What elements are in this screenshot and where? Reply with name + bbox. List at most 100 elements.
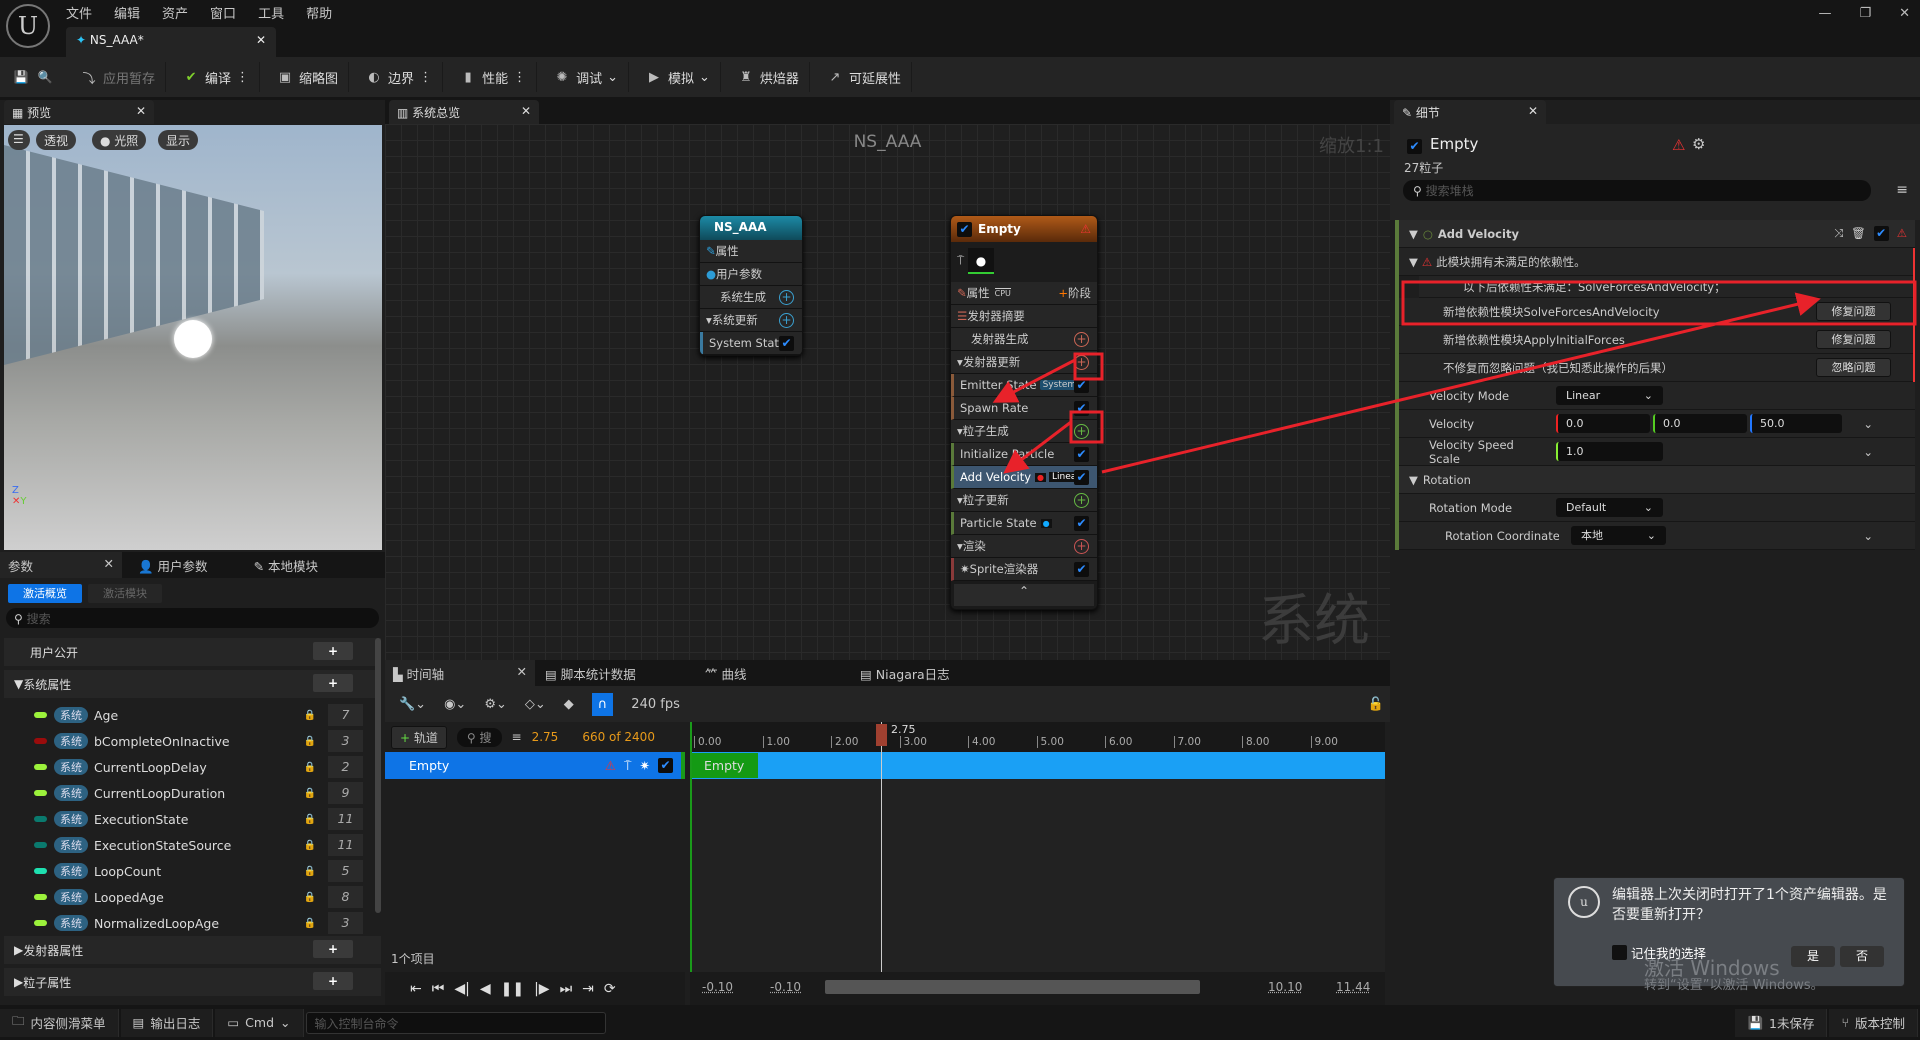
fps-dropdown[interactable]: 240 fps <box>631 697 680 712</box>
system-node[interactable]: NS_AAA ✎ 属性 ● 用户参数 系统生成 + ▾ 系统更新 + System … <box>699 215 803 356</box>
shuffle-icon[interactable]: ⤨ <box>1834 226 1843 241</box>
track-row-empty[interactable]: Empty ⚠ ⍑ ✷ ✔ <box>385 752 685 779</box>
close-icon[interactable]: ✕ <box>104 556 114 574</box>
add-icon[interactable]: + <box>313 940 353 958</box>
enabled-checkbox[interactable]: ✔ <box>1074 446 1089 462</box>
dependency-warning[interactable]: ▼ ⚠ 此模块拥有未满足的依赖性。 <box>1399 248 1913 276</box>
restore-icon[interactable]: ❐ <box>1859 6 1871 21</box>
node-row-particle-spawn[interactable]: ▾ 粒子生成 + <box>951 420 1097 443</box>
wrench-icon[interactable]: 🔧⌄ <box>399 697 426 712</box>
enabled-checkbox[interactable]: ✔ <box>1074 400 1089 416</box>
parameter-row[interactable]: 系统 LoopedAge 🔒 8 <box>4 884 381 910</box>
output-log-button[interactable]: ▤ 输出日志 <box>120 1008 214 1037</box>
timeline-track-area[interactable]: 0.00 1.00 2.00 3.00 4.00 5.00 6.00 7.00 8.00 9.00… <box>690 722 1385 972</box>
warning-icon[interactable]: ⚠ <box>1897 226 1907 241</box>
remember-checkbox[interactable] <box>1612 945 1627 960</box>
close-icon[interactable]: ✕ <box>517 664 527 682</box>
view-end[interactable]: 10.10 <box>1268 980 1302 994</box>
node-row-system-state[interactable]: System State ✔ <box>700 332 802 355</box>
key-icon[interactable]: ◆ <box>564 697 574 712</box>
menu-asset[interactable]: 资产 <box>162 3 188 22</box>
go-start-icon[interactable]: ⇤ <box>410 981 422 997</box>
scalability-button[interactable]: ↗ 可延展性 <box>816 62 912 92</box>
chevron-down-icon[interactable]: ⌄ <box>1863 529 1873 543</box>
section-user-exposed[interactable]: 用户公开 + <box>4 638 381 666</box>
debug-button[interactable]: ✺ 调试 ⌄ <box>543 62 629 92</box>
lock-icon[interactable]: 🔓 <box>1368 697 1384 712</box>
simulate-button[interactable]: ▶ 模拟 ⌄ <box>635 62 721 92</box>
velocity-mode-dropdown[interactable]: Linear ⌄ <box>1556 386 1663 405</box>
content-drawer-button[interactable]: 🗀 内容侧滑菜单 <box>0 1008 119 1037</box>
keyframe-icon[interactable]: ◇⌄ <box>525 697 546 712</box>
emitter-enabled-checkbox[interactable]: ✔ <box>1407 139 1422 154</box>
menu-help[interactable]: 帮助 <box>306 3 332 22</box>
close-tab-icon[interactable]: ✕ <box>256 33 266 51</box>
enabled-checkbox[interactable]: ✔ <box>779 335 794 351</box>
step-back-icon[interactable]: ◀| <box>454 981 469 997</box>
bounds-button[interactable]: ◐ 边界 ⋮ <box>355 62 444 92</box>
compile-button[interactable]: ✔ 编译 ⋮ <box>172 62 261 92</box>
add-icon[interactable]: + <box>1074 331 1089 347</box>
enabled-checkbox[interactable]: ✔ <box>1074 377 1089 393</box>
node-row-spawn-rate[interactable]: Spawn Rate ✔ <box>951 397 1097 420</box>
node-row-properties[interactable]: ✎ 属性 CPU +阶段 <box>951 282 1097 305</box>
loop-icon[interactable]: ⟳ <box>604 981 616 997</box>
enabled-checkbox[interactable]: ✔ <box>1074 561 1089 577</box>
enabled-checkbox[interactable]: ✔ <box>1074 469 1089 485</box>
go-end-icon[interactable]: ⇥ <box>582 981 594 997</box>
active-modules-tab[interactable]: 激活模块 <box>88 584 162 603</box>
play-reverse-icon[interactable]: ◀ <box>480 981 491 997</box>
no-button[interactable]: 否 <box>1840 946 1884 967</box>
node-row-add-velocity[interactable]: Add Velocity ● Linear ✔ <box>951 466 1097 489</box>
lighting-button[interactable]: ● 光照 <box>92 130 147 150</box>
gear-icon[interactable]: ⚙ <box>1692 135 1705 153</box>
rotation-mode-dropdown[interactable]: Default ⌄ <box>1556 498 1663 517</box>
show-button[interactable]: 显示 <box>158 130 199 150</box>
velocity-z-input[interactable]: 50.0 <box>1750 414 1842 433</box>
node-row-particle-update[interactable]: ▾ 粒子更新 + <box>951 489 1097 512</box>
add-icon[interactable]: + <box>313 642 353 660</box>
browse-icon[interactable]: 🔍 <box>36 70 54 84</box>
add-icon[interactable]: + <box>1074 492 1089 508</box>
baker-button[interactable]: ♜ 烘焙器 <box>727 62 810 92</box>
tab-script-stats[interactable]: ▤ 脚本统计数据 <box>535 664 695 683</box>
node-row-emitter-update[interactable]: ▾ 发射器更新 + <box>951 351 1097 374</box>
node-row-render[interactable]: ▾ 渲染 + <box>951 535 1097 558</box>
active-overview-tab[interactable]: 激活概览 <box>8 584 82 603</box>
view-start[interactable]: -0.10 <box>770 980 801 994</box>
menu-edit[interactable]: 编辑 <box>114 3 140 22</box>
track-search-input[interactable]: ⚲ 搜 <box>456 727 502 747</box>
add-icon[interactable]: + <box>779 289 794 305</box>
track-bar[interactable]: Empty <box>690 752 1385 779</box>
node-row-properties[interactable]: ✎ 属性 <box>700 240 802 263</box>
current-time[interactable]: 2.75 <box>532 730 559 744</box>
playhead-line[interactable] <box>881 722 882 972</box>
node-row-summary[interactable]: ☰ 发射器摘要 <box>951 305 1097 328</box>
node-row-sprite-renderer[interactable]: ✷ Sprite渲染器 ✔ <box>951 558 1097 581</box>
remember-choice[interactable]: 记住我的选择 <box>1612 943 1706 962</box>
track-segment[interactable]: Empty <box>690 753 758 778</box>
save-icon[interactable]: 💾 <box>12 70 30 84</box>
parameter-row[interactable]: 系统 LoopCount 🔒 5 <box>4 858 381 884</box>
step-forward-icon[interactable]: |▶ <box>534 981 549 997</box>
tab-parameters[interactable]: 参数 ✕ <box>0 552 122 578</box>
parameter-row[interactable]: 系统 ExecutionState 🔒 11 <box>4 806 381 832</box>
add-icon[interactable]: + <box>1074 538 1089 554</box>
add-track-button[interactable]: + 轨道 <box>391 725 447 749</box>
section-particle-attributes[interactable]: ▶ 粒子属性 + <box>4 968 381 996</box>
node-row-particle-state[interactable]: Particle State ● ✔ <box>951 512 1097 535</box>
thumbnail-icon[interactable]: ● <box>968 248 995 274</box>
minimize-icon[interactable]: — <box>1818 6 1831 21</box>
menu-window[interactable]: 窗口 <box>210 3 236 22</box>
enabled-checkbox[interactable]: ✔ <box>957 221 972 237</box>
pause-icon[interactable]: ❚❚ <box>501 981 524 997</box>
unreal-logo[interactable]: U <box>6 4 50 48</box>
menu-file[interactable]: 文件 <box>66 3 92 22</box>
range-start[interactable]: -0.10 <box>702 980 733 994</box>
tab-system-overview[interactable]: ▥ 系统总览 ✕ <box>389 100 539 124</box>
apply-button[interactable]: ⤵ 应用暂存 <box>70 62 167 92</box>
close-icon[interactable]: ✕ <box>1528 104 1538 120</box>
node-row-emitter-spawn[interactable]: 发射器生成 + <box>951 328 1097 351</box>
viewport-menu-icon[interactable]: ☰ <box>8 130 30 150</box>
tab-curves[interactable]: ⺮ 曲线 <box>695 664 860 683</box>
